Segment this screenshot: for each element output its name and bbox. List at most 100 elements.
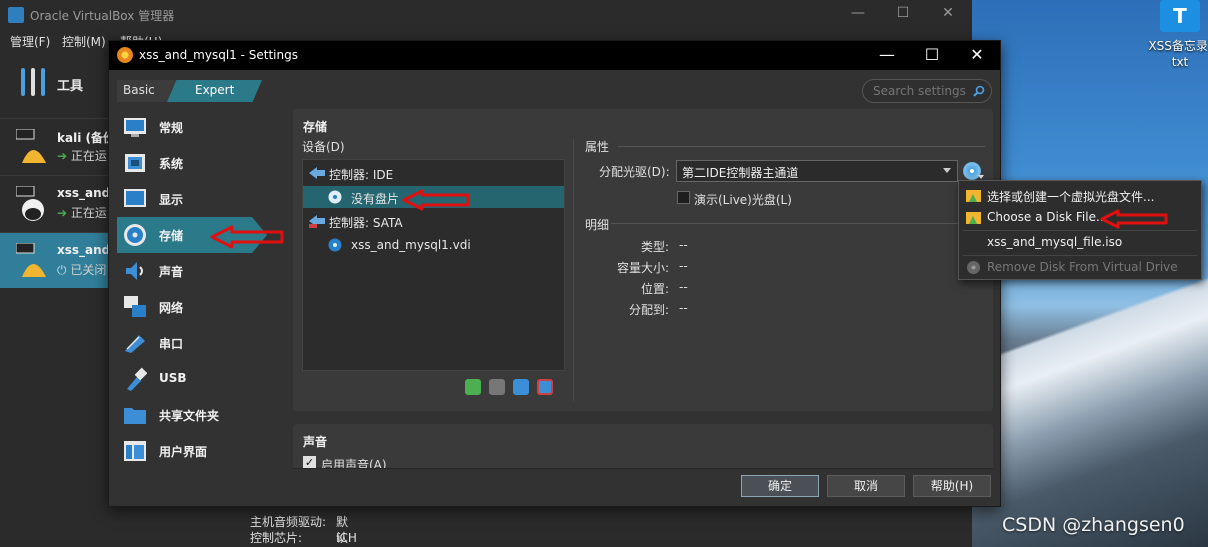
info-rule (611, 223, 985, 224)
add-controller-icon[interactable] (465, 379, 481, 395)
vm-name: kali (备份 (57, 131, 115, 145)
vm-item-kali[interactable]: kali (备份 ➔ 正在运 (0, 118, 115, 174)
nav-label: 声音 (159, 265, 184, 279)
settings-gear-icon (117, 47, 133, 63)
vm-state-text: 正在运 (70, 149, 107, 163)
remove-controller-icon[interactable] (489, 379, 505, 395)
nav-item-system[interactable]: 系统 (117, 145, 267, 181)
nav-item-usb[interactable]: USB (117, 361, 267, 397)
nav-item-shared-folder[interactable]: 共享文件夹 (117, 397, 267, 433)
menu-item-iso-file[interactable]: xss_and_mysql_file.iso (959, 230, 1201, 255)
shared-folder-icon (124, 408, 146, 424)
annotation-arrow-choose-disk (1100, 209, 1168, 229)
disc-popup-menu: 选择或创建一个虚拟光盘文件... Choose a Disk File... x… (958, 180, 1202, 280)
info-attached-key: 分配到: (628, 303, 669, 317)
text-file-desktop-icon[interactable]: T (1160, 0, 1200, 32)
dialog-title: xss_and_mysql1 - Settings (139, 48, 298, 62)
info-location-key: 位置: (640, 282, 669, 296)
nav-label: 用户界面 (159, 445, 208, 459)
search-input[interactable] (873, 84, 968, 98)
add-attachment-icon[interactable] (513, 379, 529, 395)
remove-attachment-icon[interactable] (537, 379, 553, 395)
audio-panel: 声音 ✓ 启用声音(A) (293, 424, 993, 468)
menu-item-label: Remove Disk From Virtual Drive (987, 260, 1178, 274)
vm-item-xss-and-selected[interactable]: xss_and ⏻ 已关闭 (0, 232, 110, 288)
nav-label: 存储 (159, 229, 184, 243)
menu-control[interactable]: 控制(M) (62, 33, 106, 50)
vm-os-icon (16, 243, 46, 277)
tools-item[interactable]: 工具 (0, 52, 110, 114)
nav-item-user-interface[interactable]: 用户界面 (117, 433, 267, 469)
manager-title-bar: Oracle VirtualBox 管理器 — ☐ ✕ (0, 0, 972, 29)
help-button[interactable]: 帮助(H) (913, 475, 991, 497)
live-cd-checkbox[interactable] (677, 191, 690, 204)
vm-os-icon (16, 186, 44, 221)
display-icon (124, 189, 146, 207)
minimize-icon[interactable]: — (848, 5, 868, 21)
attributes-title: 属性 (585, 140, 610, 154)
sata-controller-icon (309, 215, 325, 228)
csdn-watermark: CSDN @zhangsen0 (1002, 514, 1185, 536)
ok-button[interactable]: 确定 (741, 475, 819, 497)
chevron-down-icon (943, 168, 951, 173)
nav-label: 共享文件夹 (159, 409, 220, 423)
nav-item-general[interactable]: 常规 (117, 109, 267, 145)
desktop-icon-label-line2: txt (1171, 55, 1189, 69)
maximize-icon[interactable]: ☐ (893, 5, 913, 21)
usb-icon (127, 367, 147, 391)
storage-icon (124, 224, 146, 246)
tree-label: 控制器: IDE (329, 168, 394, 182)
menu-item-label: xss_and_mysql_file.iso (987, 235, 1123, 249)
dialog-title-bar: xss_and_mysql1 - Settings — ☐ ✕ (109, 41, 1000, 70)
open-disc-file-icon (966, 212, 981, 224)
search-settings-field[interactable] (862, 79, 992, 103)
tree-item-ide-controller[interactable]: 控制器: IDE (303, 162, 564, 184)
enable-audio-checkbox[interactable]: ✓ (303, 456, 316, 468)
nav-label: 常规 (159, 121, 184, 135)
tree-item-vdi-disk[interactable]: xss_and_mysql1.vdi (303, 234, 564, 256)
mode-switch: Basic Expert (117, 80, 267, 102)
desktop-icon-label[interactable]: XSS备忘录. txt (1140, 38, 1208, 70)
mode-expert-tab[interactable]: Expert (167, 80, 262, 102)
optical-drive-value: 第二IDE控制器主通道 (682, 166, 799, 180)
vm-state-text: 正在运 (70, 206, 107, 220)
tools-icon (21, 68, 45, 96)
vm-name: xss_and (57, 243, 111, 257)
nav-item-serial-port[interactable]: 串口 (117, 325, 267, 361)
menu-item-remove-disk: Remove Disk From Virtual Drive (959, 255, 1201, 280)
ide-controller-icon (309, 167, 325, 179)
user-interface-icon (124, 441, 146, 461)
settings-nav: 常规 系统 显示 存储 声音 网络 串口 USB 共享文件夹 用户界面 (117, 109, 267, 499)
vm-state: ➔ 正在运 (57, 206, 107, 220)
tree-item-sata-controller[interactable]: 控制器: SATA (303, 210, 564, 232)
nav-label: 网络 (159, 301, 184, 315)
storage-panel: 存储 设备(D) 控制器: IDE 没有盘片 控制器: SATA xss_and… (293, 109, 993, 411)
menu-item-label: Choose a Disk File... (987, 210, 1108, 224)
enable-audio-label: 启用声音(A) (321, 458, 387, 468)
storage-title: 存储 (303, 120, 328, 134)
desktop-icon-label-line1: XSS备忘录. (1148, 39, 1208, 53)
cancel-button[interactable]: 取消 (827, 475, 905, 497)
nav-item-display[interactable]: 显示 (117, 181, 267, 217)
nav-item-network[interactable]: 网络 (117, 289, 267, 325)
footer-divider (293, 468, 993, 469)
create-disc-icon (966, 190, 981, 202)
dialog-maximize-icon[interactable]: ☐ (922, 45, 942, 64)
hard-disk-icon (328, 238, 342, 252)
optical-drive-select[interactable]: 第二IDE控制器主通道 (676, 160, 958, 182)
menu-manage[interactable]: 管理(F) (10, 33, 50, 50)
optical-disc-icon (328, 190, 342, 204)
disc-menu-arrow-icon (978, 175, 984, 179)
audio-icon (126, 262, 143, 280)
close-icon[interactable]: ✕ (938, 5, 958, 21)
info-title: 明细 (585, 218, 610, 232)
optical-drive-label: 分配光驱(D): (599, 165, 670, 179)
nav-item-audio[interactable]: 声音 (117, 253, 267, 289)
dialog-minimize-icon[interactable]: — (877, 45, 897, 64)
settings-dialog: xss_and_mysql1 - Settings — ☐ ✕ Basic Ex… (108, 40, 1001, 507)
network-icon (124, 296, 146, 317)
vm-item-xss-and[interactable]: xss_and_ ➔ 正在运 (0, 175, 116, 231)
dialog-close-icon[interactable]: ✕ (967, 45, 987, 64)
tools-label: 工具 (57, 79, 84, 94)
mode-basic-tab[interactable]: Basic (117, 80, 177, 102)
